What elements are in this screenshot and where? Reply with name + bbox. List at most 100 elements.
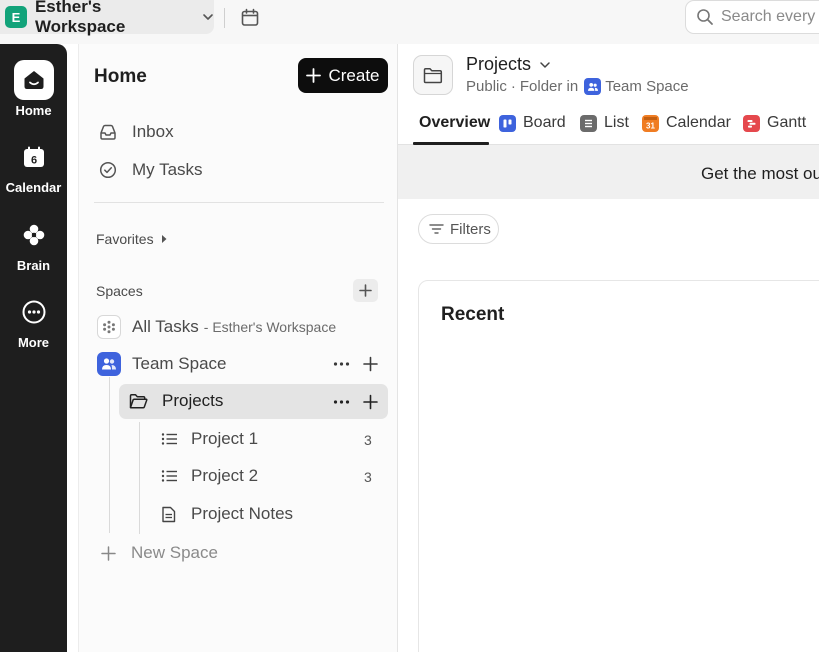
rail-item-home[interactable]: Home <box>0 60 67 118</box>
folder-open-icon <box>129 393 149 410</box>
folder-in-label: Folder in <box>519 78 579 95</box>
projects-actions <box>333 394 378 410</box>
doc-icon <box>161 506 179 523</box>
more-circle-icon <box>14 292 54 332</box>
view-tabs: Overview Board List 31 Calendar Gantt <box>398 104 819 145</box>
rail-label: Home <box>15 103 52 118</box>
breadcrumb-space-link[interactable]: Team Space <box>605 78 688 95</box>
chevron-down-icon <box>202 11 214 23</box>
calendar-icon[interactable] <box>240 8 260 28</box>
workspace-name: Esther's Workspace <box>34 0 126 36</box>
plus-icon <box>306 68 328 83</box>
rail-label: More <box>17 335 50 350</box>
filter-icon <box>429 223 450 235</box>
sidebar-item-inbox[interactable]: Inbox <box>99 122 174 142</box>
workspace-switcher[interactable]: E Esther's Workspace <box>0 0 214 36</box>
task-count: 3 <box>364 469 372 485</box>
top-divider <box>224 8 225 28</box>
plus-icon[interactable] <box>363 356 378 372</box>
chevron-down-icon <box>531 59 551 71</box>
search-placeholder: Search every <box>721 8 816 25</box>
recent-card: Recent <box>418 280 819 652</box>
board-icon <box>499 114 516 132</box>
list-item-label: Project Notes <box>191 504 294 523</box>
breadcrumb-separator: · <box>510 78 516 95</box>
plus-icon[interactable] <box>363 394 378 410</box>
rail-label: Calendar <box>5 180 62 195</box>
page-title: Projects <box>466 54 532 74</box>
tab-board[interactable]: Board <box>499 114 566 132</box>
spaces-section-label: Spaces <box>96 283 143 299</box>
visibility-label: Public <box>466 78 507 95</box>
brain-icon <box>14 215 54 255</box>
tab-label: List <box>604 114 629 131</box>
list-item[interactable]: Project 1 <box>161 429 258 449</box>
new-space-label: New Space <box>131 543 218 562</box>
breadcrumb: Public · Folder in Team Space <box>466 78 689 95</box>
tree-line <box>109 377 110 533</box>
projects-folder-row[interactable]: Projects <box>129 391 223 411</box>
calendar-icon: 31 <box>642 114 659 132</box>
projects-label: Projects <box>162 391 224 410</box>
list-item[interactable]: Project Notes <box>161 504 293 524</box>
tab-label: Board <box>523 114 566 131</box>
sidebar-item-my-tasks[interactable]: My Tasks <box>99 160 203 180</box>
tab-label: Gantt <box>767 114 807 131</box>
calendar-day-icon: 6 <box>14 137 54 177</box>
tree-line <box>139 422 140 534</box>
tab-gantt[interactable]: Gantt <box>743 114 806 132</box>
list-icon <box>161 432 179 446</box>
rail-item-brain[interactable]: Brain <box>0 215 67 273</box>
filters-label: Filters <box>450 220 491 238</box>
sidebar-item-team-space[interactable]: Team Space <box>97 352 227 376</box>
list-item-label: Project 1 <box>191 429 259 448</box>
sidebar-item-all-tasks[interactable]: All Tasks - Esther's Workspace <box>97 315 336 339</box>
tab-calendar[interactable]: 31 Calendar <box>642 114 731 132</box>
list-item[interactable]: Project 2 <box>161 466 258 486</box>
more-horizontal-icon[interactable] <box>333 394 350 410</box>
new-space-button[interactable]: New Space <box>101 543 218 563</box>
tab-overview[interactable]: Overview <box>419 114 490 132</box>
favorites-section-toggle[interactable]: Favorites <box>96 231 168 247</box>
create-button[interactable]: Create <box>298 58 388 93</box>
all-tasks-icon <box>97 315 121 339</box>
all-tasks-workspace: - Esther's Workspace <box>203 319 337 335</box>
search-input[interactable]: Search every <box>685 0 819 34</box>
team-space-icon <box>97 352 121 376</box>
banner-text: Get the most ou <box>701 164 819 183</box>
svg-text:6: 6 <box>30 155 36 167</box>
team-space-label: Team Space <box>132 354 227 373</box>
sidebar: Home Create Inbox My Tasks Favorites Spa… <box>78 44 398 652</box>
team-space-actions <box>333 356 378 372</box>
create-label: Create <box>328 65 380 85</box>
sidebar-divider <box>94 202 384 203</box>
tab-label: Overview <box>419 114 491 131</box>
team-space-icon <box>584 78 602 95</box>
left-rail: Home 6 Calendar Brain More <box>0 44 67 652</box>
plus-icon <box>359 284 372 297</box>
more-horizontal-icon[interactable] <box>333 356 350 372</box>
all-tasks-label: All Tasks <box>132 317 199 336</box>
tab-list[interactable]: List <box>580 114 629 132</box>
promo-banner: Get the most ou <box>398 145 819 199</box>
folder-icon <box>413 55 453 95</box>
task-count: 3 <box>364 432 372 448</box>
rail-item-calendar[interactable]: 6 Calendar <box>0 137 67 195</box>
list-item-label: Project 2 <box>191 466 259 485</box>
filters-button[interactable]: Filters <box>418 214 499 244</box>
rail-label: Brain <box>16 258 51 273</box>
add-space-button[interactable] <box>353 279 378 302</box>
inbox-icon <box>99 123 119 141</box>
top-bar: E Esther's Workspace Search every <box>0 0 819 44</box>
search-icon <box>696 8 714 26</box>
list-view-icon <box>580 114 597 132</box>
caret-right-icon <box>160 234 168 244</box>
rail-item-more[interactable]: More <box>0 292 67 350</box>
page-title-dropdown[interactable]: Projects <box>466 54 551 75</box>
favorites-label: Favorites <box>96 231 154 247</box>
my-tasks-label: My Tasks <box>132 160 203 179</box>
sidebar-title: Home <box>94 66 147 87</box>
plus-icon <box>101 545 117 561</box>
recent-title: Recent <box>441 304 505 325</box>
list-icon <box>161 469 179 483</box>
